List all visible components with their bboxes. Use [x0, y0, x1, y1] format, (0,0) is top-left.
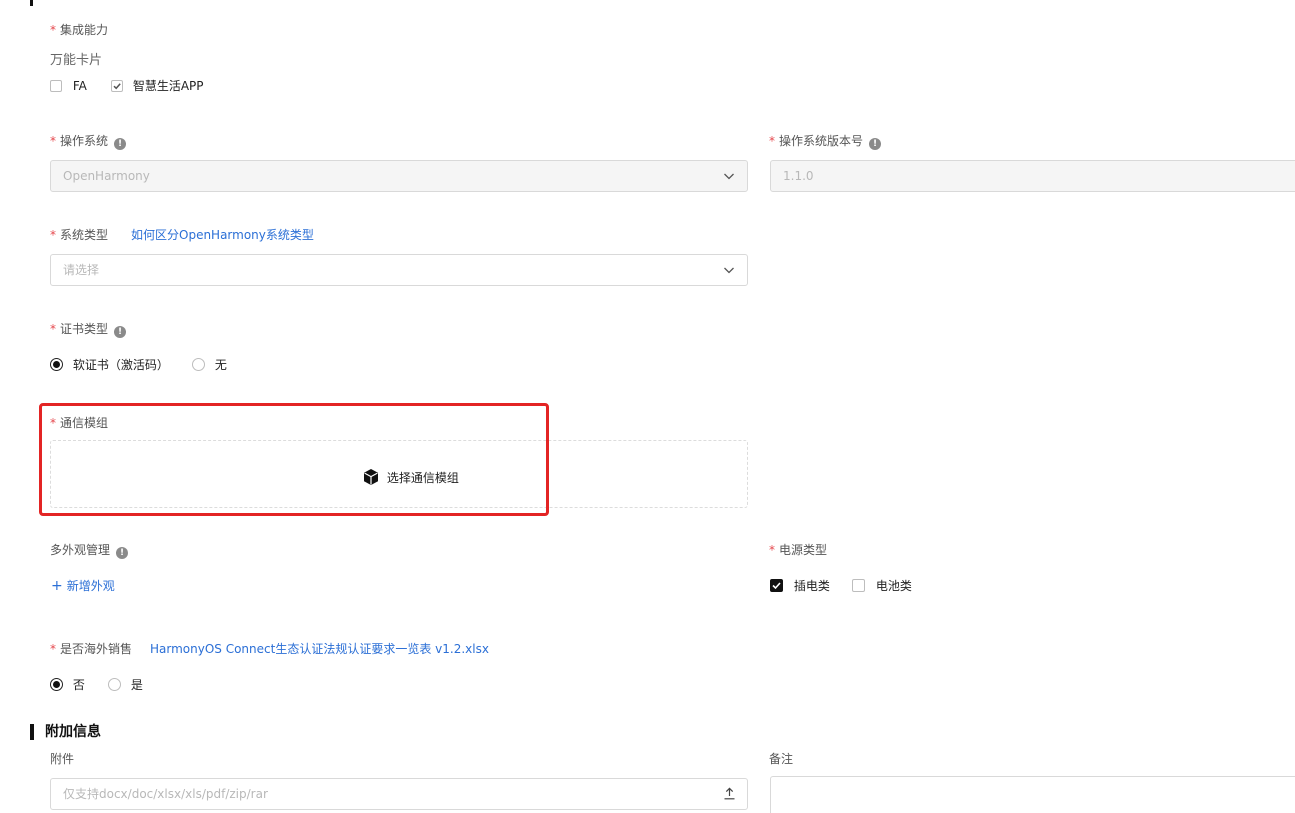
radio-none-label: 无	[214, 358, 227, 372]
required-mark: *	[50, 134, 56, 148]
plus-icon: +	[51, 578, 63, 594]
checkbox-battery-label: 电池类	[875, 579, 912, 593]
radio-button-selected[interactable]	[50, 358, 63, 371]
checkbox-box-checked[interactable]	[111, 80, 123, 92]
checkbox-smart-life-label: 智慧生活APP	[132, 79, 204, 93]
checkbox-box-checked[interactable]	[770, 579, 783, 592]
system-type-placeholder: 请选择	[63, 263, 100, 277]
system-type-select[interactable]: 请选择	[50, 254, 748, 286]
radio-overseas-yes[interactable]: 是	[108, 677, 143, 693]
os-version-label-text: 操作系统版本号	[779, 134, 864, 148]
system-type-label-text: 系统类型	[60, 228, 109, 242]
info-icon[interactable]: !	[114, 326, 127, 338]
highlight-frame	[39, 403, 549, 516]
os-label-text: 操作系统	[60, 134, 109, 148]
radio-button-selected[interactable]	[50, 678, 63, 691]
radio-overseas-no-label: 否	[72, 678, 85, 692]
appearance-label: 多外观管理!	[50, 542, 129, 559]
checkbox-fa[interactable]: FA	[50, 78, 87, 94]
chevron-down-icon	[724, 173, 734, 180]
add-appearance-label: 新增外观	[66, 579, 115, 593]
add-appearance-button[interactable]: + 新增外观	[51, 578, 115, 594]
required-mark: *	[50, 642, 56, 656]
info-icon[interactable]: !	[114, 138, 127, 150]
os-select[interactable]: OpenHarmony	[50, 160, 748, 192]
system-type-help-link[interactable]: 如何区分OpenHarmony系统类型	[131, 227, 314, 243]
power-type-label: * 电源类型	[769, 542, 827, 558]
section-marker	[30, 724, 34, 740]
checkbox-box[interactable]	[50, 80, 62, 92]
required-mark: *	[50, 322, 56, 336]
checkbox-fa-label: FA	[72, 79, 87, 93]
cert-type-label: * 证书类型!	[50, 321, 127, 338]
checkbox-battery[interactable]: 电池类	[852, 578, 912, 594]
overseas-label-text: 是否海外销售	[60, 642, 133, 656]
radio-overseas-yes-label: 是	[130, 678, 143, 692]
required-mark: *	[50, 23, 56, 37]
checkbox-plug-in-label: 插电类	[793, 579, 830, 593]
attachment-placeholder: 仅支持docx/doc/xlsx/xls/pdf/zip/rar	[63, 787, 268, 801]
integration-sublabel: 万能卡片	[50, 53, 103, 68]
cert-type-label-text: 证书类型	[60, 322, 109, 336]
radio-soft-cert-label: 软证书（激活码）	[72, 358, 169, 372]
info-icon[interactable]: !	[869, 138, 882, 150]
checkbox-box[interactable]	[852, 579, 865, 592]
remark-label: 备注	[769, 752, 794, 766]
remark-textarea[interactable]	[770, 776, 1295, 813]
os-select-value: OpenHarmony	[63, 169, 150, 183]
radio-overseas-no[interactable]: 否	[50, 677, 85, 693]
attachment-upload[interactable]: 仅支持docx/doc/xlsx/xls/pdf/zip/rar	[50, 778, 748, 810]
device-form-page: * 集成能力 万能卡片 FA 智慧生活APP * 操作系统! OpenHarmony…	[0, 0, 1295, 813]
extra-info-title: 附加信息	[45, 724, 101, 740]
attachment-label: 附件	[50, 752, 75, 766]
radio-soft-cert[interactable]: 软证书（激活码）	[50, 357, 169, 373]
checkbox-smart-life[interactable]: 智慧生活APP	[111, 78, 204, 94]
integration-label-text: 集成能力	[60, 23, 109, 37]
checkmark-icon	[113, 83, 121, 90]
upload-icon[interactable]	[723, 787, 736, 800]
os-label: * 操作系统!	[50, 133, 127, 150]
radio-none[interactable]: 无	[192, 357, 227, 373]
os-version-label: * 操作系统版本号!	[769, 133, 882, 150]
required-mark: *	[50, 228, 56, 242]
os-version-value: 1.1.0	[783, 169, 814, 183]
appearance-label-text: 多外观管理	[50, 543, 111, 557]
checkmark-icon	[772, 582, 781, 590]
integration-label: * 集成能力	[50, 22, 108, 38]
system-type-label: * 系统类型	[50, 227, 108, 243]
info-icon[interactable]: !	[116, 547, 129, 559]
required-mark: *	[769, 543, 775, 557]
power-type-label-text: 电源类型	[779, 543, 828, 557]
os-version-input[interactable]: 1.1.0	[770, 160, 1295, 192]
section-marker	[30, 0, 33, 6]
overseas-label: * 是否海外销售	[50, 641, 132, 657]
radio-button[interactable]	[108, 678, 121, 691]
required-mark: *	[769, 134, 775, 148]
checkbox-plug-in[interactable]: 插电类	[770, 578, 830, 594]
radio-button[interactable]	[192, 358, 205, 371]
chevron-down-icon	[724, 267, 734, 274]
regulation-doc-link[interactable]: HarmonyOS Connect生态认证法规认证要求一览表 v1.2.xlsx	[150, 641, 489, 657]
